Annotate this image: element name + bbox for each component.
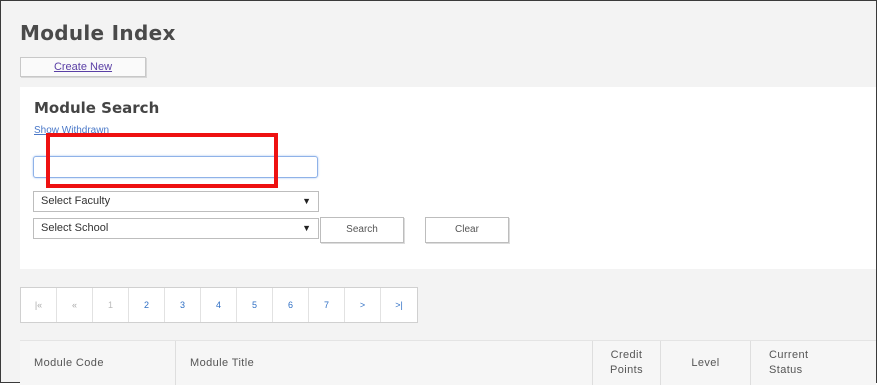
page-4-button[interactable]: 4 <box>201 288 237 322</box>
column-header-label: Level <box>691 356 720 369</box>
page-1-button[interactable]: 1 <box>93 288 129 322</box>
dropdown-arrow-icon: ▼ <box>302 196 311 206</box>
school-select-value: Select School <box>41 222 109 234</box>
column-header-label: Current Status <box>769 349 809 376</box>
faculty-select[interactable]: Select Faculty ▼ <box>33 191 319 212</box>
page-6-button[interactable]: 6 <box>273 288 309 322</box>
column-header-module-code[interactable]: Module Code <box>20 341 175 385</box>
page-3-button[interactable]: 3 <box>165 288 201 322</box>
first-page-button[interactable]: |« <box>21 288 57 322</box>
page-7-button[interactable]: 7 <box>309 288 345 322</box>
clear-button[interactable]: Clear <box>425 217 509 243</box>
page-5-button[interactable]: 5 <box>237 288 273 322</box>
page-title: Module Index <box>20 21 176 45</box>
search-button[interactable]: Search <box>320 217 404 243</box>
faculty-select-value: Select Faculty <box>41 195 111 207</box>
column-header-credit-points[interactable]: Credit Points <box>592 341 660 385</box>
school-select[interactable]: Select School ▼ <box>33 218 319 239</box>
pagination: |« « 1 2 3 4 5 6 7 > >| <box>20 287 418 323</box>
column-header-module-title[interactable]: Module Title <box>175 341 592 385</box>
page-2-button[interactable]: 2 <box>129 288 165 322</box>
column-header-current-status[interactable]: Current Status <box>750 341 876 385</box>
dropdown-arrow-icon: ▼ <box>302 223 311 233</box>
last-page-button[interactable]: >| <box>381 288 417 322</box>
column-header-label: Module Code <box>34 356 104 369</box>
highlight-annotation-box <box>46 133 278 188</box>
create-new-button[interactable]: Create New <box>20 57 146 77</box>
page-frame: Module Index Create New Module Search Sh… <box>0 0 877 385</box>
column-header-label: Credit Points <box>610 349 643 376</box>
previous-page-button[interactable]: « <box>57 288 93 322</box>
module-search-title: Module Search <box>34 99 160 117</box>
column-header-label: Module Title <box>190 356 255 369</box>
module-table-header: Module Code Module Title Credit Points L… <box>20 340 876 385</box>
next-page-button[interactable]: > <box>345 288 381 322</box>
column-header-level[interactable]: Level <box>660 341 750 385</box>
